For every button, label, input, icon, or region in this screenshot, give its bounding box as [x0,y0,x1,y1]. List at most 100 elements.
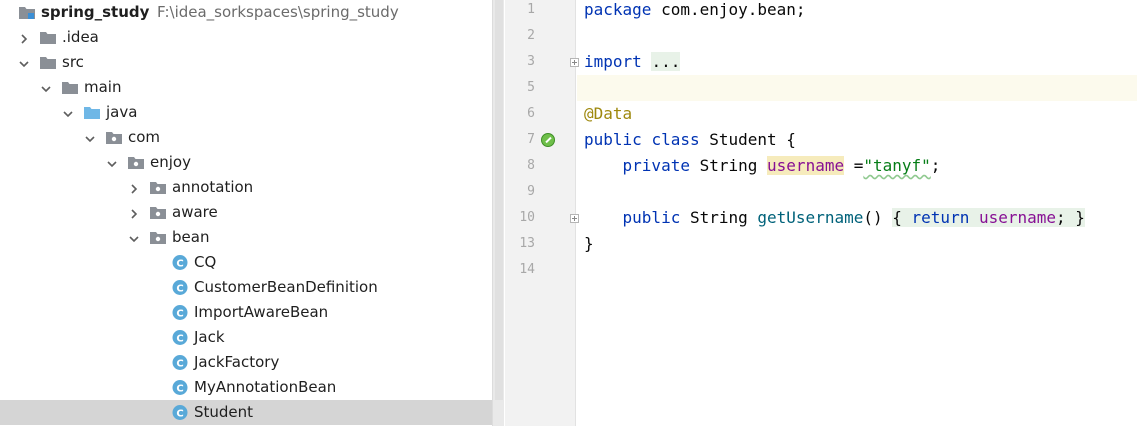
svg-text:C: C [176,409,183,420]
code-line[interactable]: } [577,231,1137,257]
line-number: 7 [527,132,535,147]
code-token: String [689,156,768,175]
folder-icon [39,54,57,71]
code-token: "tanyf" [863,156,931,175]
code-token: = [844,156,864,175]
code-line[interactable] [577,23,1137,49]
tree-item-student[interactable]: C Student [0,400,492,425]
tree-item-cq[interactable]: C CQ [0,250,492,275]
package-icon [149,179,167,196]
code-line-content: public String getUsername() { return use… [584,205,1085,231]
code-line[interactable]: public class Student { [577,127,1137,153]
chevron-down-icon[interactable] [40,81,52,93]
tree-item-src[interactable]: src [0,50,492,75]
line-number: 5 [527,80,535,95]
project-tree: spring_study F:\idea_sorkspaces\spring_st… [0,0,492,426]
tree-item-aware[interactable]: aware [0,200,492,225]
chevron-down-icon[interactable] [62,106,74,118]
code-line[interactable]: package com.enjoy.bean; [577,0,1137,23]
tree-item-main[interactable]: main [0,75,492,100]
tree-item-label: bean [172,228,210,246]
code-token: ; [930,156,941,175]
tree-item-idea[interactable]: .idea [0,25,492,50]
code-token: public [622,208,681,227]
tree-item-label: src [62,53,84,71]
tree-item-label: ImportAwareBean [194,303,329,321]
line-number: 2 [527,28,535,43]
line-number: 13 [519,236,535,251]
package-icon [127,154,145,171]
tree-item-label: CQ [194,253,217,271]
code-line-content: } [584,231,594,257]
code-line-content: @Data [584,101,632,127]
svg-text:C: C [176,384,183,395]
module-path: F:\idea_sorkspaces\spring_study [157,3,399,21]
tree-item-enjoy[interactable]: enjoy [0,150,492,175]
tree-item-annotation[interactable]: annotation [0,175,492,200]
chevron-right-icon[interactable] [128,206,140,219]
chevron-down-icon[interactable] [128,231,140,243]
package-icon [149,229,167,246]
project-tree-scrollbar[interactable] [492,0,504,426]
code-token: username [767,156,845,175]
chevron-right-icon[interactable] [18,31,30,44]
line-number: 1 [527,2,535,17]
code-editor[interactable]: package com.enjoy.bean; import ... @Data pu… [577,0,1137,426]
tree-item-bean[interactable]: bean [0,225,492,250]
code-token: getUsername [757,208,864,227]
code-line[interactable]: import ... [577,49,1137,75]
code-line[interactable]: @Data [577,101,1137,127]
chevron-down-icon[interactable] [106,156,118,168]
svg-text:C: C [176,259,183,270]
module-icon [18,4,36,21]
line-number: 14 [519,262,535,277]
tree-item-com[interactable]: com [0,125,492,150]
class-icon: C [171,404,189,421]
code-line[interactable]: public String getUsername() { return use… [577,205,1137,231]
package-icon [149,204,167,221]
scrollbar-thumb[interactable] [495,0,503,400]
line-number: 10 [519,210,535,225]
package-icon [105,129,123,146]
tree-item-importawarebean[interactable]: C ImportAwareBean [0,300,492,325]
bean-gutter-icon[interactable] [541,133,555,147]
tree-item-customerbeandefinition[interactable]: C CustomerBeanDefinition [0,275,492,300]
code-token: com.enjoy.bean; [651,0,806,19]
tree-item-myannotationbean[interactable]: C MyAnnotationBean [0,375,492,400]
chevron-right-icon[interactable] [128,181,140,194]
code-line[interactable] [577,75,1137,101]
tree-item-label: enjoy [150,153,191,171]
line-number: 8 [527,158,535,173]
editor-gutter: 1 2 3 5 6 7 8 9 10 13 14 [505,0,579,426]
tree-item-label: annotation [172,178,254,196]
folder-icon [83,104,101,121]
code-token: username [978,208,1057,227]
class-icon: C [171,279,189,296]
code-token: package [584,0,652,19]
tree-item-label: JackFactory [194,353,280,371]
tree-item-label: .idea [62,28,99,46]
code-line-content: public class Student { [584,127,796,153]
code-line[interactable]: private String username ="tanyf"; [577,153,1137,179]
code-token: @Data [584,104,633,123]
code-line[interactable] [577,257,1137,283]
class-icon: C [171,379,189,396]
tree-item-spring-study[interactable]: spring_study F:\idea_sorkspaces\spring_st… [0,0,492,25]
code-token: } [584,234,594,253]
tree-item-label: main [84,78,122,96]
tree-item-jack[interactable]: C Jack [0,325,492,350]
svg-text:C: C [176,359,183,370]
code-token: import [584,52,642,71]
tree-item-java[interactable]: java [0,100,492,125]
chevron-down-icon[interactable] [84,131,96,143]
code-line[interactable] [577,179,1137,205]
class-icon: C [171,304,189,321]
chevron-down-icon[interactable] [18,56,30,68]
code-token [969,208,979,227]
code-token: () [863,208,893,227]
tree-item-jackfactory[interactable]: C JackFactory [0,350,492,375]
class-icon: C [171,254,189,271]
